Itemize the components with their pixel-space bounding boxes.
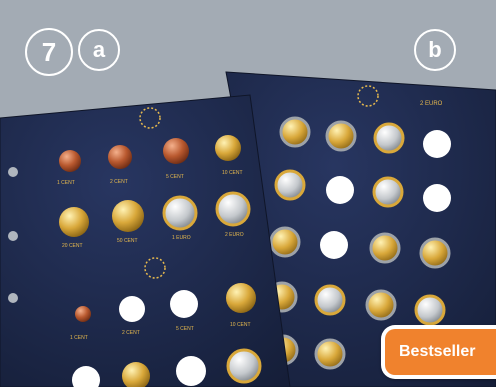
- coin-label: 10 CENT: [222, 170, 243, 176]
- coin-1-euro: [162, 195, 198, 231]
- coin-5-cent: [163, 138, 189, 164]
- coin-label: 2 CENT: [110, 179, 128, 185]
- coin-label: 1 CENT: [57, 180, 75, 186]
- binder-hole: [8, 167, 18, 177]
- coin-50-cent: [112, 200, 144, 232]
- coin-10-cent: [226, 283, 256, 313]
- coin-label: 10 CENT: [230, 322, 251, 328]
- coin-2-euro: [215, 191, 251, 227]
- binder-hole: [8, 293, 18, 303]
- empty-coin-slot: [119, 296, 145, 322]
- bestseller-ribbon: Bestseller: [381, 325, 496, 379]
- binder-hole: [8, 231, 18, 241]
- coin-10-cent: [215, 135, 241, 161]
- coin-label: 2 EURO: [225, 232, 244, 238]
- coin-1-euro: [226, 348, 262, 384]
- coin-label: 1 CENT: [70, 335, 88, 341]
- coin-label: 20 CENT: [62, 243, 83, 249]
- coin-20-cent: [59, 207, 89, 237]
- empty-coin-slot: [170, 290, 198, 318]
- variant-b-badge: b: [414, 29, 456, 71]
- coin-1-cent: [75, 306, 91, 322]
- step-number-badge: 7: [25, 28, 73, 76]
- coin-label: 50 CENT: [117, 238, 138, 244]
- coin-label: 5 CENT: [176, 326, 194, 332]
- coin-label: 5 CENT: [166, 174, 184, 180]
- coin-label: 2 CENT: [122, 330, 140, 336]
- sheet-b-label: 2 EURO: [420, 101, 443, 107]
- coin-sheet-a: 1 CENT 2 CENT 5 CENT 10 CENT 20 CENT 50 …: [0, 94, 291, 387]
- variant-a-badge: a: [78, 29, 120, 71]
- coin-2-cent: [108, 145, 132, 169]
- coin-label: 1 EURO: [172, 235, 191, 241]
- empty-coin-slot: [176, 356, 206, 386]
- coin-1-cent: [59, 150, 81, 172]
